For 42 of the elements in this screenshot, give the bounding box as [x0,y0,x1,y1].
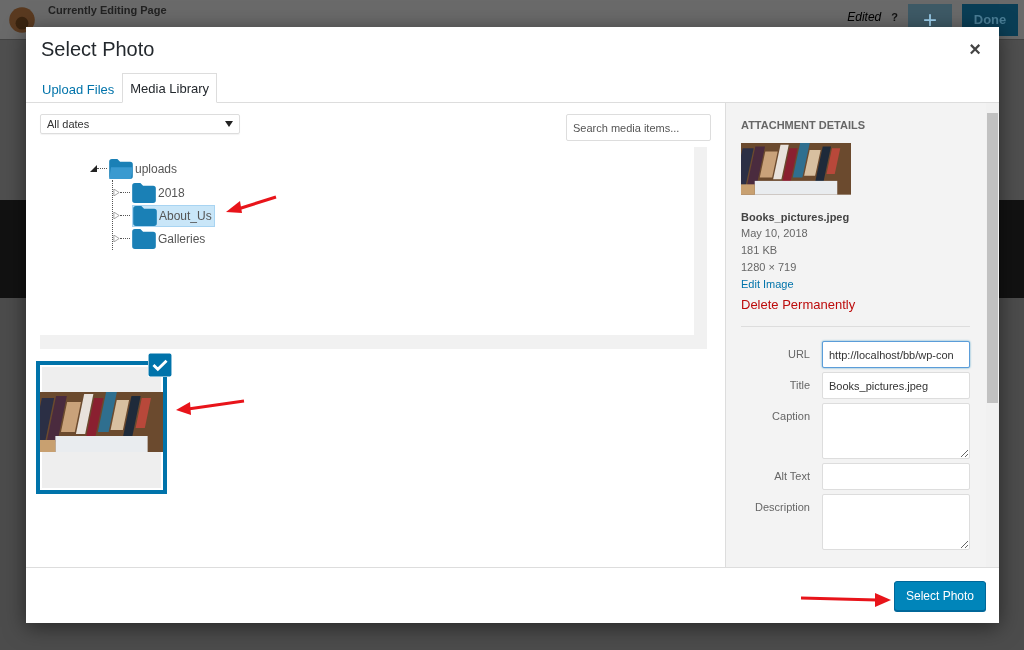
select-photo-button[interactable]: Select Photo [893,580,986,611]
tree-item[interactable]: Galleries [158,231,206,246]
search-field[interactable]: Search media items... [566,114,711,141]
image-dimensions: 1280 × 719 [741,260,798,275]
annotation-arrow [176,397,246,415]
tree-item[interactable]: 2018 [158,185,185,200]
file-date: May 10, 2018 [741,226,809,241]
checkmark-icon[interactable] [148,353,172,377]
field-label: URL [787,347,810,360]
field-label: Description [753,500,810,513]
folder-icon [109,158,133,179]
expand-icon[interactable] [113,235,120,242]
file-name: Books_pictures.jpeg [741,211,851,223]
annotation-arrow [226,195,278,215]
collapse-icon[interactable] [90,165,97,172]
input-field[interactable]: http://localhost/bb/wp-con [822,341,970,368]
section-heading: ATTACHMENT DETAILS [741,119,867,131]
expand-icon[interactable] [113,212,120,219]
file-size: 181 KB [741,243,779,258]
close-button[interactable]: × [967,38,983,61]
caret-icon [225,121,233,127]
input-field[interactable] [822,463,970,490]
edit-image-link[interactable]: Edit Image [741,276,970,293]
date-filter-dropdown[interactable]: All dates [40,114,240,134]
delete-link[interactable]: Delete Permanently [741,297,970,312]
field-label: Caption [771,409,810,422]
tab[interactable]: Upload Files [34,74,123,103]
modal-title: Select Photo [41,38,155,61]
status-text: Edited [847,9,882,24]
field-label: Title [788,378,810,391]
expand-icon[interactable] [113,189,120,196]
folder-icon [132,228,156,249]
media-thumbnail[interactable] [36,361,167,494]
text-area[interactable] [822,494,970,550]
folder-icon [132,182,156,203]
text-area[interactable] [822,403,970,459]
editing-label: Currently Editing Page [48,4,167,16]
input-field[interactable]: Books_pictures.jpeg [822,372,970,399]
tab[interactable]: Media Library [122,73,218,103]
field-label: Alt Text [773,469,810,482]
folder-icon [133,205,157,226]
tree-item[interactable]: uploads [135,161,178,176]
